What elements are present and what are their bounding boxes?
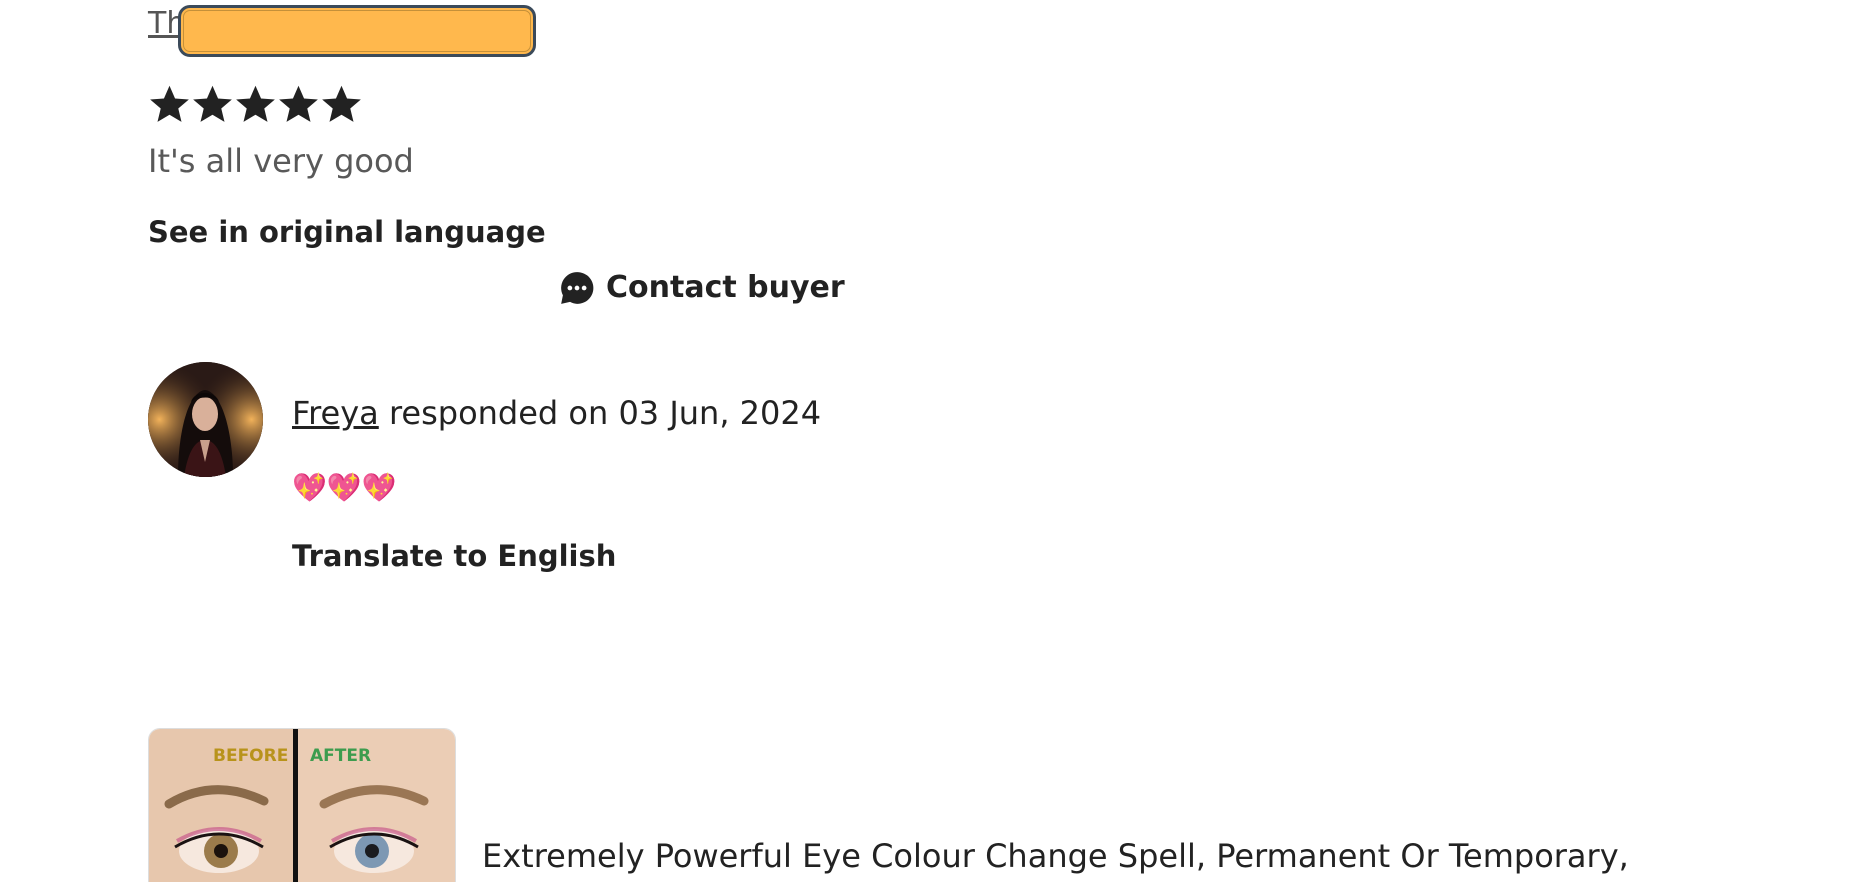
star-icon: [322, 85, 361, 122]
seller-response-header: Freya responded on 03 Jun, 2024: [292, 392, 821, 434]
responded-date-text: responded on 03 Jun, 2024: [388, 394, 822, 432]
listing-thumbnail[interactable]: BEFORE AFTER: [148, 728, 456, 882]
star-icon: [193, 85, 232, 122]
contact-buyer-label: Contact buyer: [606, 270, 845, 305]
star-icon: [150, 85, 189, 122]
see-original-language-button[interactable]: See in original language: [148, 212, 546, 252]
review-page: Th It's all very good See in original la…: [0, 0, 1876, 882]
star-icon: [236, 85, 275, 122]
chat-bubble-icon: [561, 272, 594, 304]
seller-avatar[interactable]: [148, 362, 263, 477]
listing-title-link[interactable]: Extremely Powerful Eye Colour Change Spe…: [482, 834, 1629, 878]
before-label: BEFORE: [213, 746, 288, 766]
star-icon: [279, 85, 318, 122]
star-rating: [148, 82, 363, 126]
review-text: It's all very good: [148, 142, 414, 180]
contact-buyer-button[interactable]: Contact buyer: [558, 268, 845, 308]
seller-name-link[interactable]: Freya: [292, 394, 379, 432]
after-label: AFTER: [310, 746, 371, 766]
seller-response-message: 💖💖💖: [292, 471, 397, 504]
translate-to-english-button[interactable]: Translate to English: [292, 536, 616, 576]
redaction-box: [178, 5, 536, 57]
